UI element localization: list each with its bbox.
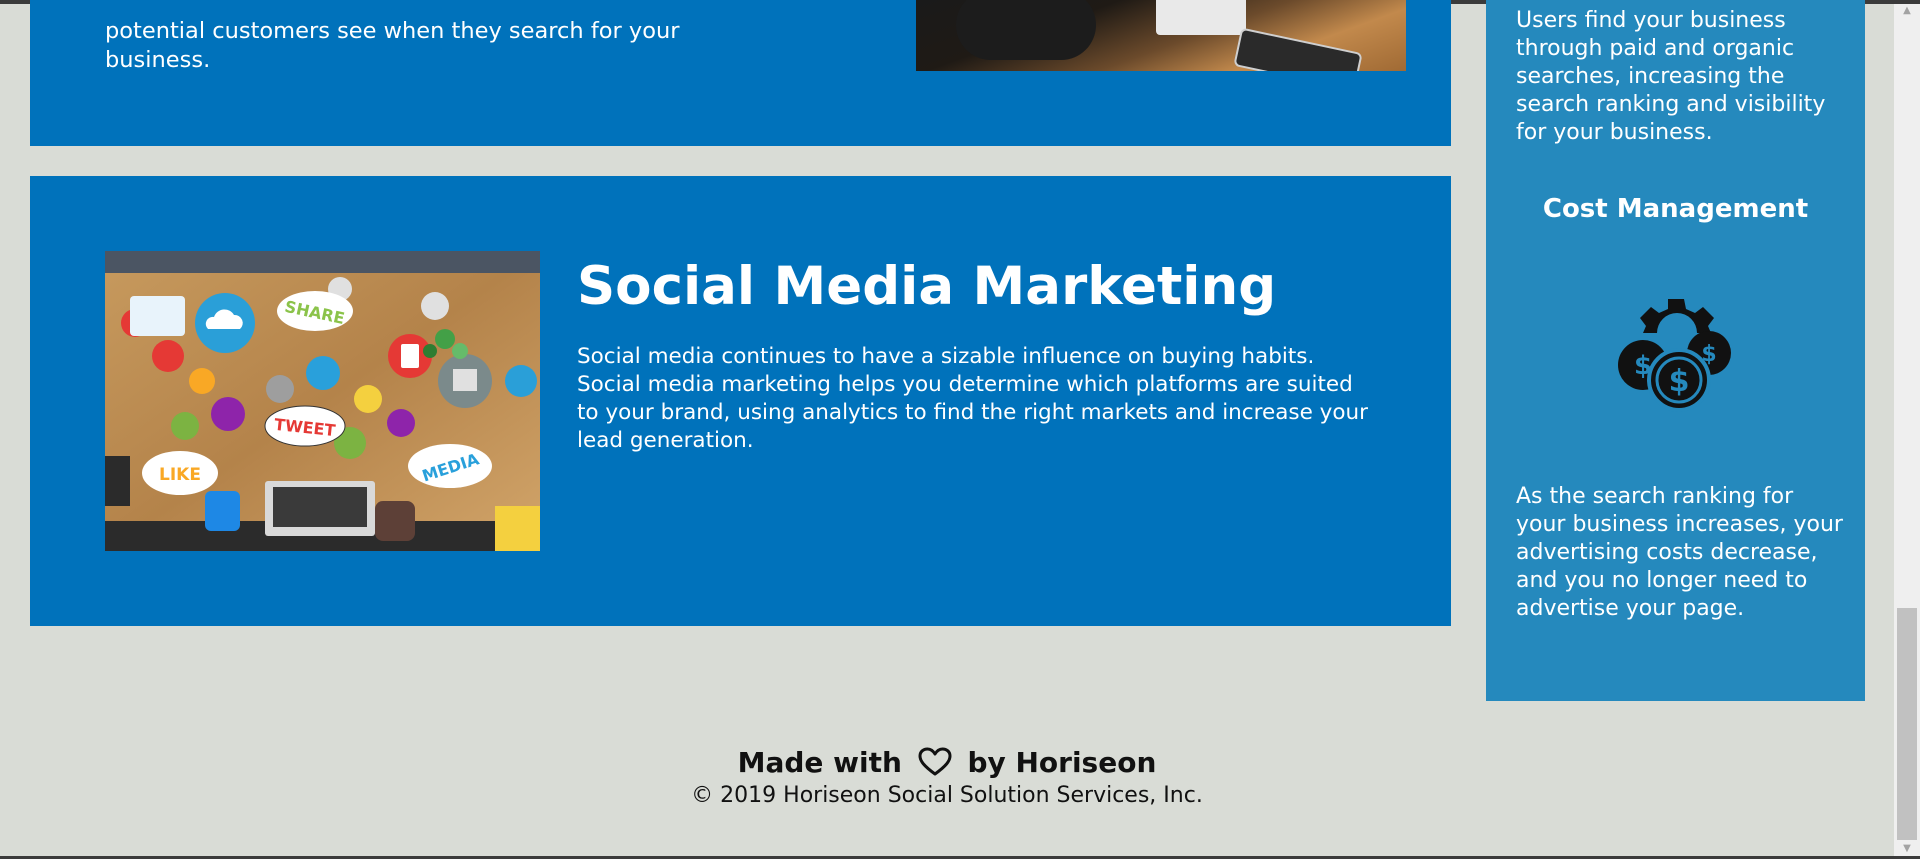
cost-management-description: As the search ranking for your business …: [1516, 484, 1843, 621]
brand-awareness-description: Users find your business through paid an…: [1516, 8, 1826, 145]
seo-description: potential customers see when they search…: [105, 17, 680, 73]
benefits-sidebar: Users find your business through paid an…: [1486, 0, 1865, 701]
made-with-suffix: by Horiseon: [967, 746, 1157, 779]
scroll-down-arrow-icon[interactable]: ▼: [1894, 842, 1920, 856]
social-media-marketing-description: Social media continues to have a sizable…: [577, 344, 1368, 453]
svg-text:$: $: [1634, 351, 1652, 381]
cost-management-icon: $ $ $: [1611, 295, 1741, 415]
vertical-scrollbar[interactable]: ▲ ▼: [1894, 4, 1920, 856]
page-footer: Made with by Horiseon © 2019 Horiseon So…: [0, 745, 1894, 811]
scroll-up-arrow-icon[interactable]: ▲: [1894, 4, 1920, 18]
svg-text:$: $: [1669, 364, 1690, 399]
made-with-prefix: Made with: [737, 746, 902, 779]
cost-management-heading: Cost Management: [1542, 194, 1809, 224]
heart-icon: [918, 747, 952, 776]
seo-card: potential customers see when they search…: [30, 0, 1451, 146]
svg-text:$: $: [1701, 342, 1716, 367]
svg-text:LIKE: LIKE: [159, 465, 201, 485]
copyright-notice: © 2019 Horiseon Social Solution Services…: [691, 783, 1203, 808]
social-media-marketing-image: SHARE TWEET LIKE MEDIA: [105, 251, 540, 551]
social-media-marketing-card: SHARE TWEET LIKE MEDIA Social Media Mark…: [30, 176, 1451, 626]
social-media-marketing-title: Social Media Marketing: [577, 256, 1277, 317]
made-with-line: Made with by Horiseon: [0, 745, 1894, 781]
scrollbar-thumb[interactable]: [1897, 608, 1917, 840]
seo-image: [916, 0, 1406, 71]
